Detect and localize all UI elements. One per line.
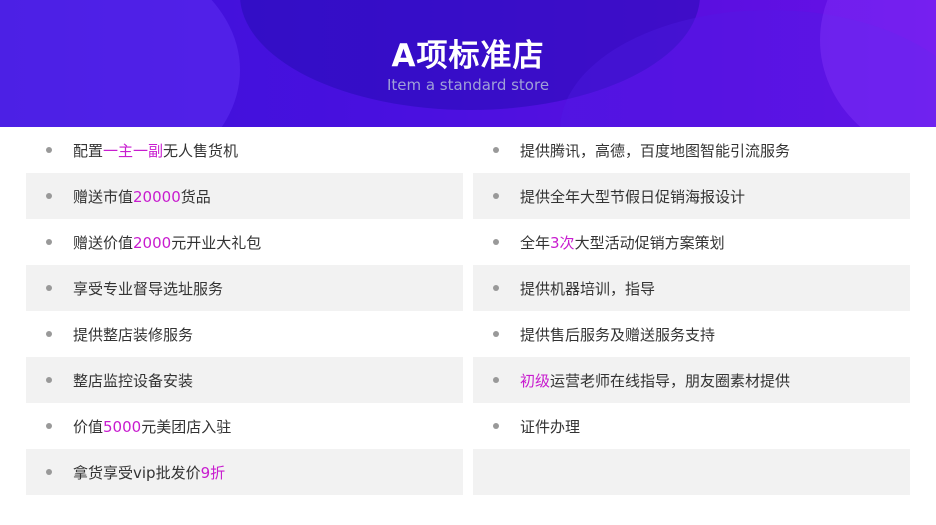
list-item-text: 提供整店装修服务 (73, 326, 194, 344)
bullet-icon (46, 147, 52, 153)
bullet-icon (493, 239, 499, 245)
list-item: 提供腾讯，高德，百度地图智能引流服务 (473, 127, 910, 173)
list-item: 享受专业督导选址服务 (26, 265, 463, 311)
list-item-text: 拿货享受vip批发价9折 (73, 464, 226, 482)
list-item-text: 提供腾讯，高德，百度地图智能引流服务 (520, 142, 791, 160)
header-banner: A项标准店 Item a standard store (0, 0, 936, 127)
bullet-icon (46, 423, 52, 429)
list-item-text: 赠送价值2000元开业大礼包 (73, 234, 262, 252)
bullet-icon (493, 193, 499, 199)
list-item: 提供整店装修服务 (26, 311, 463, 357)
bullet-icon (493, 423, 499, 429)
list-item-text: 证件办理 (520, 418, 581, 436)
list-item: 拿货享受vip批发价9折 (26, 449, 463, 495)
empty-list-item (473, 449, 910, 495)
bullet-icon (493, 147, 499, 153)
bullet-icon (493, 285, 499, 291)
list-item: 证件办理 (473, 403, 910, 449)
bullet-icon (493, 331, 499, 337)
list-item-text: 初级运营老师在线指导，朋友圈素材提供 (520, 372, 791, 390)
list-item: 配置一主一副无人售货机 (26, 127, 463, 173)
list-item-text: 价值5000元美团店入驻 (73, 418, 232, 436)
list-item: 赠送价值2000元开业大礼包 (26, 219, 463, 265)
list-item: 整店监控设备安装 (26, 357, 463, 403)
list-item: 全年3次大型活动促销方案策划 (473, 219, 910, 265)
list-item-text: 整店监控设备安装 (73, 372, 194, 390)
list-item-text: 全年3次大型活动促销方案策划 (520, 234, 725, 252)
list-item-text: 提供机器培训，指导 (520, 280, 656, 298)
bullet-icon (46, 469, 52, 475)
list-item: 提供全年大型节假日促销海报设计 (473, 173, 910, 219)
right-feature-list: 提供腾讯，高德，百度地图智能引流服务 提供全年大型节假日促销海报设计 全年3次大… (473, 127, 910, 495)
bullet-icon (46, 331, 52, 337)
list-item-text: 赠送市值20000货品 (73, 188, 211, 206)
bullet-icon (46, 377, 52, 383)
list-item: 赠送市值20000货品 (26, 173, 463, 219)
bullet-icon (493, 377, 499, 383)
bullet-icon (46, 239, 52, 245)
list-item: 提供售后服务及赠送服务支持 (473, 311, 910, 357)
left-feature-list: 配置一主一副无人售货机 赠送市值20000货品 赠送价值2000元开业大礼包 享… (26, 127, 463, 495)
list-item: 提供机器培训，指导 (473, 265, 910, 311)
bullet-icon (46, 285, 52, 291)
list-item-text: 享受专业督导选址服务 (73, 280, 224, 298)
list-item-text: 配置一主一副无人售货机 (73, 142, 239, 160)
page-subtitle: Item a standard store (386, 76, 550, 94)
page-title: A项标准店 (391, 38, 545, 74)
bullet-icon (46, 193, 52, 199)
list-item: 价值5000元美团店入驻 (26, 403, 463, 449)
list-item-text: 提供售后服务及赠送服务支持 (520, 326, 716, 344)
list-item-text: 提供全年大型节假日促销海报设计 (520, 188, 746, 206)
list-item: 初级运营老师在线指导，朋友圈素材提供 (473, 357, 910, 403)
